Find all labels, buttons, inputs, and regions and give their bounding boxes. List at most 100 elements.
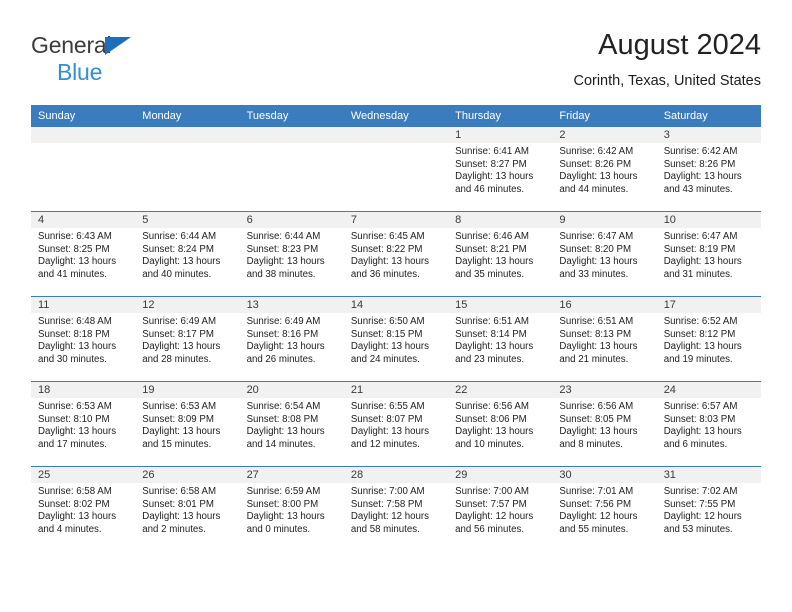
calendar-day-cell[interactable]: 13 Sunrise: 6:49 AM Sunset: 8:16 PM Dayligh…: [239, 296, 344, 382]
day-cell-content: 16 Sunrise: 6:51 AM Sunset: 8:13 PM Dayligh…: [552, 297, 657, 381]
sunrise-text: Sunrise: 7:02 AM: [663, 486, 738, 497]
day-sun-info: Sunrise: 6:41 AM Sunset: 8:27 PM Daylight:…: [448, 143, 552, 196]
calendar-day-cell[interactable]: 7 Sunrise: 6:45 AM Sunset: 8:22 PM Daylight…: [343, 211, 449, 297]
calendar-day-cell[interactable]: 27 Sunrise: 6:59 AM Sunset: 8:00 PM Dayligh…: [239, 466, 344, 551]
daylight-text-line1: Daylight: 13 hours: [142, 256, 221, 268]
day-number: 3: [656, 127, 761, 143]
day-cell-content: [343, 127, 449, 211]
sunrise-text: Sunrise: 6:43 AM: [38, 231, 112, 242]
day-cell-content: 5 Sunrise: 6:44 AM Sunset: 8:24 PM Daylight…: [135, 212, 240, 296]
calendar-day-cell[interactable]: 21 Sunrise: 6:55 AM Sunset: 8:07 PM Dayligh…: [343, 381, 449, 467]
calendar-day-cell[interactable]: 10 Sunrise: 6:47 AM Sunset: 8:19 PM Dayligh…: [656, 211, 761, 297]
sunrise-text: Sunrise: 6:53 AM: [38, 401, 112, 412]
sunrise-text: Sunrise: 6:58 AM: [38, 486, 112, 497]
sunrise-text: Sunrise: 6:45 AM: [350, 231, 425, 242]
sunrise-text: Sunrise: 6:56 AM: [559, 401, 634, 412]
calendar-day-cell[interactable]: 12 Sunrise: 6:49 AM Sunset: 8:17 PM Dayligh…: [135, 296, 240, 382]
sunrise-text: Sunrise: 6:41 AM: [455, 146, 529, 157]
calendar-day-cell[interactable]: 8 Sunrise: 6:46 AM Sunset: 8:21 PM Daylight…: [448, 211, 553, 297]
calendar-day-cell[interactable]: 19 Sunrise: 6:53 AM Sunset: 8:09 PM Dayligh…: [135, 381, 240, 467]
sunset-text: Sunset: 8:13 PM: [559, 328, 632, 340]
calendar-day-cell[interactable]: 16 Sunrise: 6:51 AM Sunset: 8:13 PM Dayligh…: [552, 296, 657, 382]
day-cell-content: 23 Sunrise: 6:56 AM Sunset: 8:05 PM Dayligh…: [552, 382, 657, 466]
day-sun-info: Sunrise: 7:00 AM Sunset: 7:58 PM Daylight:…: [344, 483, 448, 536]
daylight-text-line2: and 4 minutes.: [38, 523, 102, 535]
sunset-text: Sunset: 8:12 PM: [663, 328, 736, 340]
sunset-text: Sunset: 8:07 PM: [350, 413, 423, 425]
daylight-text-line2: and 46 minutes.: [455, 183, 525, 195]
day-number: 7: [343, 212, 449, 228]
calendar-week-row: 18 Sunrise: 6:53 AM Sunset: 8:10 PM Dayligh…: [31, 381, 761, 467]
calendar-day-cell[interactable]: 11 Sunrise: 6:48 AM Sunset: 8:18 PM Dayligh…: [31, 296, 136, 382]
calendar-day-cell[interactable]: 5 Sunrise: 6:44 AM Sunset: 8:24 PM Daylight…: [135, 211, 240, 297]
calendar-day-cell[interactable]: 29 Sunrise: 7:00 AM Sunset: 7:57 PM Dayligh…: [448, 466, 553, 551]
calendar-day-cell[interactable]: 6 Sunrise: 6:44 AM Sunset: 8:23 PM Daylight…: [239, 211, 344, 297]
page-header: General Blue August 2024 Corinth, Texas,…: [31, 28, 761, 98]
sunrise-text: Sunrise: 6:49 AM: [246, 316, 321, 327]
calendar-empty-cell: [31, 127, 136, 212]
calendar-day-cell[interactable]: 9 Sunrise: 6:47 AM Sunset: 8:20 PM Daylight…: [552, 211, 657, 297]
calendar-day-cell[interactable]: 15 Sunrise: 6:51 AM Sunset: 8:14 PM Dayligh…: [448, 296, 553, 382]
calendar-day-cell[interactable]: 30 Sunrise: 7:01 AM Sunset: 7:56 PM Dayligh…: [552, 466, 657, 551]
calendar-day-cell[interactable]: 17 Sunrise: 6:52 AM Sunset: 8:12 PM Dayligh…: [656, 296, 761, 382]
calendar-day-cell[interactable]: 2 Sunrise: 6:42 AM Sunset: 8:26 PM Daylight…: [552, 127, 657, 212]
daylight-text-line1: Daylight: 13 hours: [142, 341, 221, 353]
day-cell-content: 15 Sunrise: 6:51 AM Sunset: 8:14 PM Dayligh…: [448, 297, 553, 381]
day-cell-content: 19 Sunrise: 6:53 AM Sunset: 8:09 PM Dayligh…: [135, 382, 240, 466]
day-sun-info: Sunrise: 6:52 AM Sunset: 8:12 PM Daylight:…: [657, 313, 761, 366]
sunrise-text: Sunrise: 7:00 AM: [455, 486, 529, 497]
calendar-day-cell[interactable]: 23 Sunrise: 6:56 AM Sunset: 8:05 PM Dayligh…: [552, 381, 657, 467]
weekday-header-wednesday: Wednesday: [343, 105, 449, 127]
day-number: 21: [343, 382, 449, 398]
day-sun-info: Sunrise: 6:45 AM Sunset: 8:22 PM Daylight:…: [344, 228, 448, 281]
daylight-text-line2: and 30 minutes.: [38, 353, 107, 365]
day-number: 6: [239, 212, 344, 228]
calendar-day-cell[interactable]: 3 Sunrise: 6:42 AM Sunset: 8:26 PM Daylight…: [656, 127, 761, 212]
calendar-day-cell[interactable]: 22 Sunrise: 6:56 AM Sunset: 8:06 PM Dayligh…: [448, 381, 553, 467]
day-cell-content: 3 Sunrise: 6:42 AM Sunset: 8:26 PM Daylight…: [656, 127, 761, 211]
day-number: 14: [343, 297, 449, 313]
day-number: 12: [135, 297, 240, 313]
day-number: 1: [448, 127, 553, 143]
calendar-day-cell[interactable]: 4 Sunrise: 6:43 AM Sunset: 8:25 PM Daylight…: [31, 211, 136, 297]
sunrise-text: Sunrise: 7:00 AM: [350, 486, 425, 497]
calendar-day-cell[interactable]: 14 Sunrise: 6:50 AM Sunset: 8:15 PM Dayligh…: [343, 296, 449, 382]
day-sun-info: Sunrise: 6:58 AM Sunset: 8:01 PM Daylight:…: [135, 483, 239, 536]
calendar-page: General Blue August 2024 Corinth, Texas,…: [0, 0, 792, 612]
calendar-day-cell[interactable]: 24 Sunrise: 6:57 AM Sunset: 8:03 PM Dayligh…: [656, 381, 761, 467]
day-sun-info: Sunrise: 6:43 AM Sunset: 8:25 PM Daylight:…: [31, 228, 135, 281]
day-cell-content: 21 Sunrise: 6:55 AM Sunset: 8:07 PM Dayligh…: [343, 382, 449, 466]
calendar-day-cell[interactable]: 31 Sunrise: 7:02 AM Sunset: 7:55 PM Dayligh…: [656, 466, 761, 551]
calendar-day-cell[interactable]: 18 Sunrise: 6:53 AM Sunset: 8:10 PM Dayligh…: [31, 381, 136, 467]
day-sun-info: Sunrise: 6:44 AM Sunset: 8:24 PM Daylight:…: [135, 228, 239, 281]
day-cell-content: 11 Sunrise: 6:48 AM Sunset: 8:18 PM Dayligh…: [31, 297, 136, 381]
sunset-text: Sunset: 8:16 PM: [246, 328, 319, 340]
calendar-day-cell[interactable]: 25 Sunrise: 6:58 AM Sunset: 8:02 PM Dayligh…: [31, 466, 136, 551]
day-cell-content: 1 Sunrise: 6:41 AM Sunset: 8:27 PM Daylight…: [448, 127, 553, 211]
day-cell-content: 24 Sunrise: 6:57 AM Sunset: 8:03 PM Dayligh…: [656, 382, 761, 466]
daylight-text-line1: Daylight: 13 hours: [142, 511, 221, 523]
daylight-text-line1: Daylight: 13 hours: [350, 256, 429, 268]
day-number: [239, 127, 344, 143]
calendar-day-cell[interactable]: 26 Sunrise: 6:58 AM Sunset: 8:01 PM Dayligh…: [135, 466, 240, 551]
daylight-text-line2: and 58 minutes.: [350, 523, 420, 535]
day-sun-info: Sunrise: 6:53 AM Sunset: 8:09 PM Daylight:…: [135, 398, 239, 451]
calendar-day-cell[interactable]: 28 Sunrise: 7:00 AM Sunset: 7:58 PM Dayligh…: [343, 466, 449, 551]
daylight-text-line2: and 8 minutes.: [559, 438, 623, 450]
sunrise-text: Sunrise: 6:58 AM: [142, 486, 217, 497]
day-sun-info: Sunrise: 7:02 AM Sunset: 7:55 PM Daylight:…: [657, 483, 761, 536]
sunset-text: Sunset: 8:23 PM: [246, 243, 319, 255]
daylight-text-line1: Daylight: 12 hours: [663, 511, 742, 523]
daylight-text-line2: and 33 minutes.: [559, 268, 629, 280]
day-cell-content: 13 Sunrise: 6:49 AM Sunset: 8:16 PM Dayligh…: [239, 297, 344, 381]
calendar-day-cell[interactable]: 1 Sunrise: 6:41 AM Sunset: 8:27 PM Daylight…: [448, 127, 553, 212]
daylight-text-line1: Daylight: 13 hours: [663, 256, 742, 268]
sunset-text: Sunset: 8:17 PM: [142, 328, 214, 340]
day-sun-info: Sunrise: 6:54 AM Sunset: 8:08 PM Daylight:…: [240, 398, 344, 451]
daylight-text-line2: and 55 minutes.: [559, 523, 629, 535]
sunrise-text: Sunrise: 6:44 AM: [142, 231, 217, 242]
day-cell-content: 4 Sunrise: 6:43 AM Sunset: 8:25 PM Daylight…: [31, 212, 136, 296]
general-blue-logo[interactable]: General Blue: [31, 34, 131, 84]
calendar-day-cell[interactable]: 20 Sunrise: 6:54 AM Sunset: 8:08 PM Dayligh…: [239, 381, 344, 467]
daylight-text-line2: and 53 minutes.: [663, 523, 733, 535]
